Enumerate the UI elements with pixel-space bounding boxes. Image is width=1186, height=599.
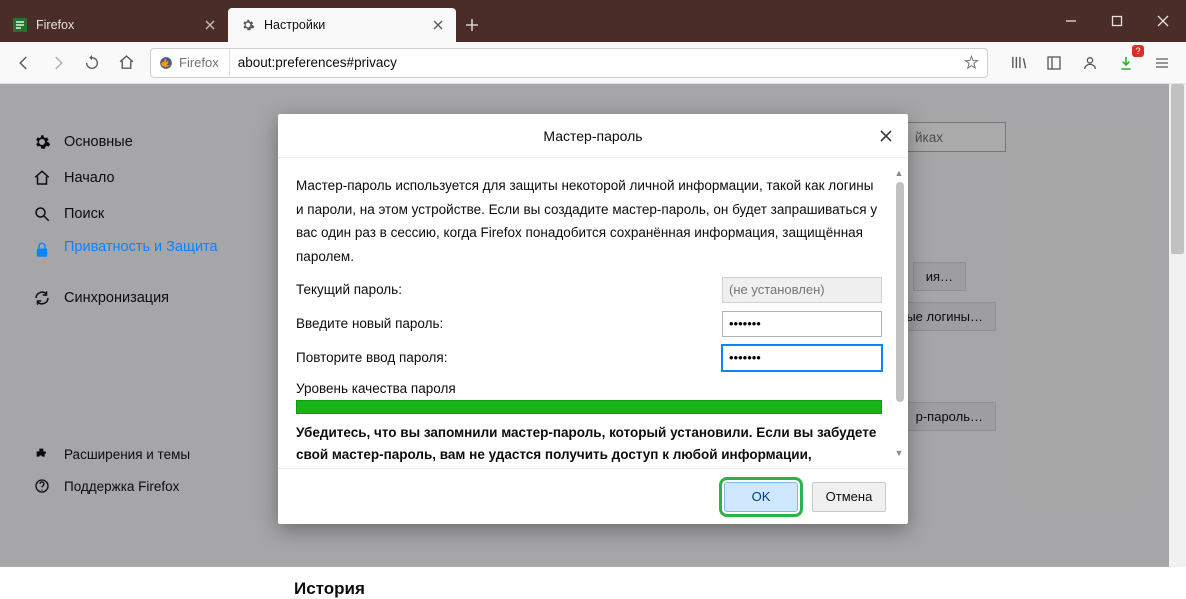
new-password-label: Введите новый пароль: bbox=[296, 316, 722, 331]
identity-label: Firefox bbox=[179, 55, 219, 70]
sidebar-item-label: Синхронизация bbox=[64, 290, 169, 306]
maximize-button[interactable] bbox=[1094, 0, 1140, 42]
tab-label: Настройки bbox=[264, 18, 325, 32]
lock-icon bbox=[32, 240, 52, 260]
page-scrollbar[interactable] bbox=[1169, 84, 1186, 567]
sidebar-item-label: Поиск bbox=[64, 206, 104, 222]
tab-label: Firefox bbox=[36, 18, 74, 32]
dialog-warning: Убедитесь, что вы запомнили мастер-парол… bbox=[296, 422, 882, 468]
ok-button[interactable]: OK bbox=[724, 482, 798, 512]
dialog-footer: OK Отмена bbox=[278, 468, 908, 524]
url-bar[interactable]: Firefox about:preferences#privacy bbox=[150, 48, 988, 78]
home-button[interactable] bbox=[110, 47, 142, 79]
sync-icon bbox=[32, 288, 52, 308]
window-controls bbox=[1048, 0, 1186, 42]
content-area: йках ия… ые логины… р-пароль… История Ос… bbox=[0, 84, 1186, 567]
history-heading: История bbox=[294, 579, 365, 599]
back-button[interactable] bbox=[8, 47, 40, 79]
password-quality-meter bbox=[296, 400, 882, 414]
address-text: about:preferences#privacy bbox=[238, 55, 956, 70]
sidebar-toggle-icon[interactable] bbox=[1038, 47, 1070, 79]
scroll-up-arrow[interactable]: ▲ bbox=[894, 168, 904, 178]
sidebar-item-label: Расширения и темы bbox=[64, 447, 190, 462]
window-close-button[interactable] bbox=[1140, 0, 1186, 42]
firefox-icon bbox=[159, 56, 173, 70]
sidebar-footer: Расширения и темы Поддержка Firefox bbox=[22, 438, 252, 502]
puzzle-icon bbox=[32, 444, 52, 464]
account-icon[interactable] bbox=[1074, 47, 1106, 79]
dialog-body: Мастер-пароль используется для защиты не… bbox=[278, 158, 908, 468]
nav-toolbar: Firefox about:preferences#privacy ? bbox=[0, 42, 1186, 84]
sidebar-item-home[interactable]: Начало bbox=[22, 160, 252, 196]
gear-icon bbox=[32, 132, 52, 152]
sidebar-item-search[interactable]: Поиск bbox=[22, 196, 252, 232]
cancel-button[interactable]: Отмена bbox=[812, 482, 886, 512]
scroll-down-arrow[interactable]: ▼ bbox=[894, 448, 904, 458]
sidebar-item-label: Основные bbox=[64, 134, 133, 150]
reload-button[interactable] bbox=[76, 47, 108, 79]
dialog-title: Мастер-пароль bbox=[543, 128, 642, 144]
sidebar-item-label: Начало bbox=[64, 170, 115, 186]
sidebar-item-privacy[interactable]: Приватность и Защита bbox=[22, 232, 252, 280]
dialog-close-button[interactable] bbox=[874, 124, 898, 148]
identity-box[interactable]: Firefox bbox=[159, 49, 230, 77]
sidebar-item-addons[interactable]: Расширения и темы bbox=[22, 438, 252, 470]
row-repeat-password: Повторите ввод пароля: bbox=[296, 341, 882, 375]
sidebar-item-label: Поддержка Firefox bbox=[64, 479, 179, 494]
dialog-description: Мастер-пароль используется для защиты не… bbox=[296, 174, 882, 269]
minimize-button[interactable] bbox=[1048, 0, 1094, 42]
close-icon[interactable] bbox=[202, 17, 218, 33]
bookmark-star-icon[interactable] bbox=[964, 55, 979, 70]
scroll-thumb[interactable] bbox=[896, 182, 904, 402]
row-new-password: Введите новый пароль: bbox=[296, 307, 882, 341]
new-password-input[interactable] bbox=[722, 311, 882, 337]
tab-firefox[interactable]: Firefox bbox=[0, 8, 228, 42]
new-tab-button[interactable] bbox=[456, 8, 488, 42]
search-icon bbox=[32, 204, 52, 224]
repeat-password-label: Повторите ввод пароля: bbox=[296, 350, 722, 365]
quality-label: Уровень качества пароля bbox=[296, 381, 882, 396]
row-current-password: Текущий пароль: bbox=[296, 273, 882, 307]
help-icon bbox=[32, 476, 52, 496]
close-icon[interactable] bbox=[430, 17, 446, 33]
sidebar-item-sync[interactable]: Синхронизация bbox=[22, 280, 252, 316]
sidebar-item-label: Приватность и Защита bbox=[64, 238, 218, 258]
current-password-input bbox=[722, 277, 882, 303]
site-icon bbox=[12, 17, 28, 33]
repeat-password-input[interactable] bbox=[722, 345, 882, 371]
sidebar-item-general[interactable]: Основные bbox=[22, 124, 252, 160]
dialog-scrollbar[interactable]: ▲ ▼ bbox=[894, 168, 904, 458]
forward-button[interactable] bbox=[42, 47, 74, 79]
menu-icon[interactable] bbox=[1146, 47, 1178, 79]
titlebar: Firefox Настройки bbox=[0, 0, 1186, 42]
current-password-label: Текущий пароль: bbox=[296, 282, 722, 297]
home-icon bbox=[32, 168, 52, 188]
settings-sidebar: Основные Начало Поиск Приватность и Защи… bbox=[22, 124, 252, 316]
download-badge: ? bbox=[1132, 45, 1144, 57]
dialog-header: Мастер-пароль bbox=[278, 114, 908, 158]
library-icon[interactable] bbox=[1002, 47, 1034, 79]
tab-settings[interactable]: Настройки bbox=[228, 8, 456, 42]
gear-icon bbox=[240, 17, 256, 33]
sidebar-item-support[interactable]: Поддержка Firefox bbox=[22, 470, 252, 502]
page-scroll-thumb[interactable] bbox=[1171, 84, 1184, 254]
downloads-icon[interactable]: ? bbox=[1110, 47, 1142, 79]
master-password-dialog: Мастер-пароль Мастер-пароль используется… bbox=[278, 114, 908, 524]
